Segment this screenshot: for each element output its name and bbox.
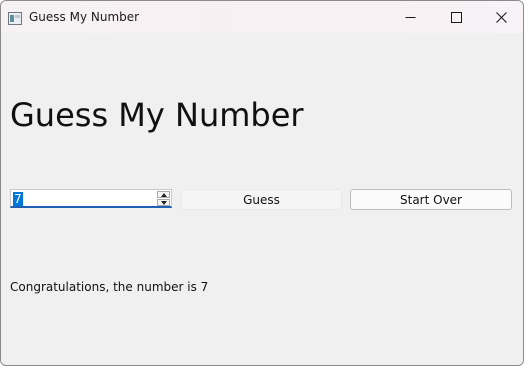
guess-number-spinbox[interactable]: 7 bbox=[10, 189, 172, 208]
window-title: Guess My Number bbox=[29, 10, 140, 24]
title-bar[interactable]: Guess My Number bbox=[1, 1, 523, 33]
close-icon bbox=[495, 11, 507, 23]
minimize-button[interactable] bbox=[387, 1, 433, 33]
app-icon bbox=[8, 10, 22, 25]
main-content: Guess My Number 7 Guess Start Over Congr… bbox=[1, 33, 523, 365]
page-title: Guess My Number bbox=[10, 96, 304, 134]
guess-button[interactable]: Guess bbox=[181, 189, 342, 210]
spin-up-button[interactable] bbox=[157, 191, 170, 198]
start-over-button[interactable]: Start Over bbox=[350, 189, 512, 210]
close-button[interactable] bbox=[478, 1, 523, 33]
spin-down-button[interactable] bbox=[157, 199, 170, 206]
guess-value[interactable]: 7 bbox=[13, 192, 23, 206]
maximize-button[interactable] bbox=[433, 1, 479, 33]
minimize-icon bbox=[405, 12, 416, 23]
maximize-icon bbox=[450, 11, 462, 23]
spin-arrows bbox=[157, 191, 170, 206]
app-window: Guess My Number Guess My Number 7 Guess … bbox=[0, 0, 524, 366]
result-message: Congratulations, the number is 7 bbox=[10, 280, 209, 294]
